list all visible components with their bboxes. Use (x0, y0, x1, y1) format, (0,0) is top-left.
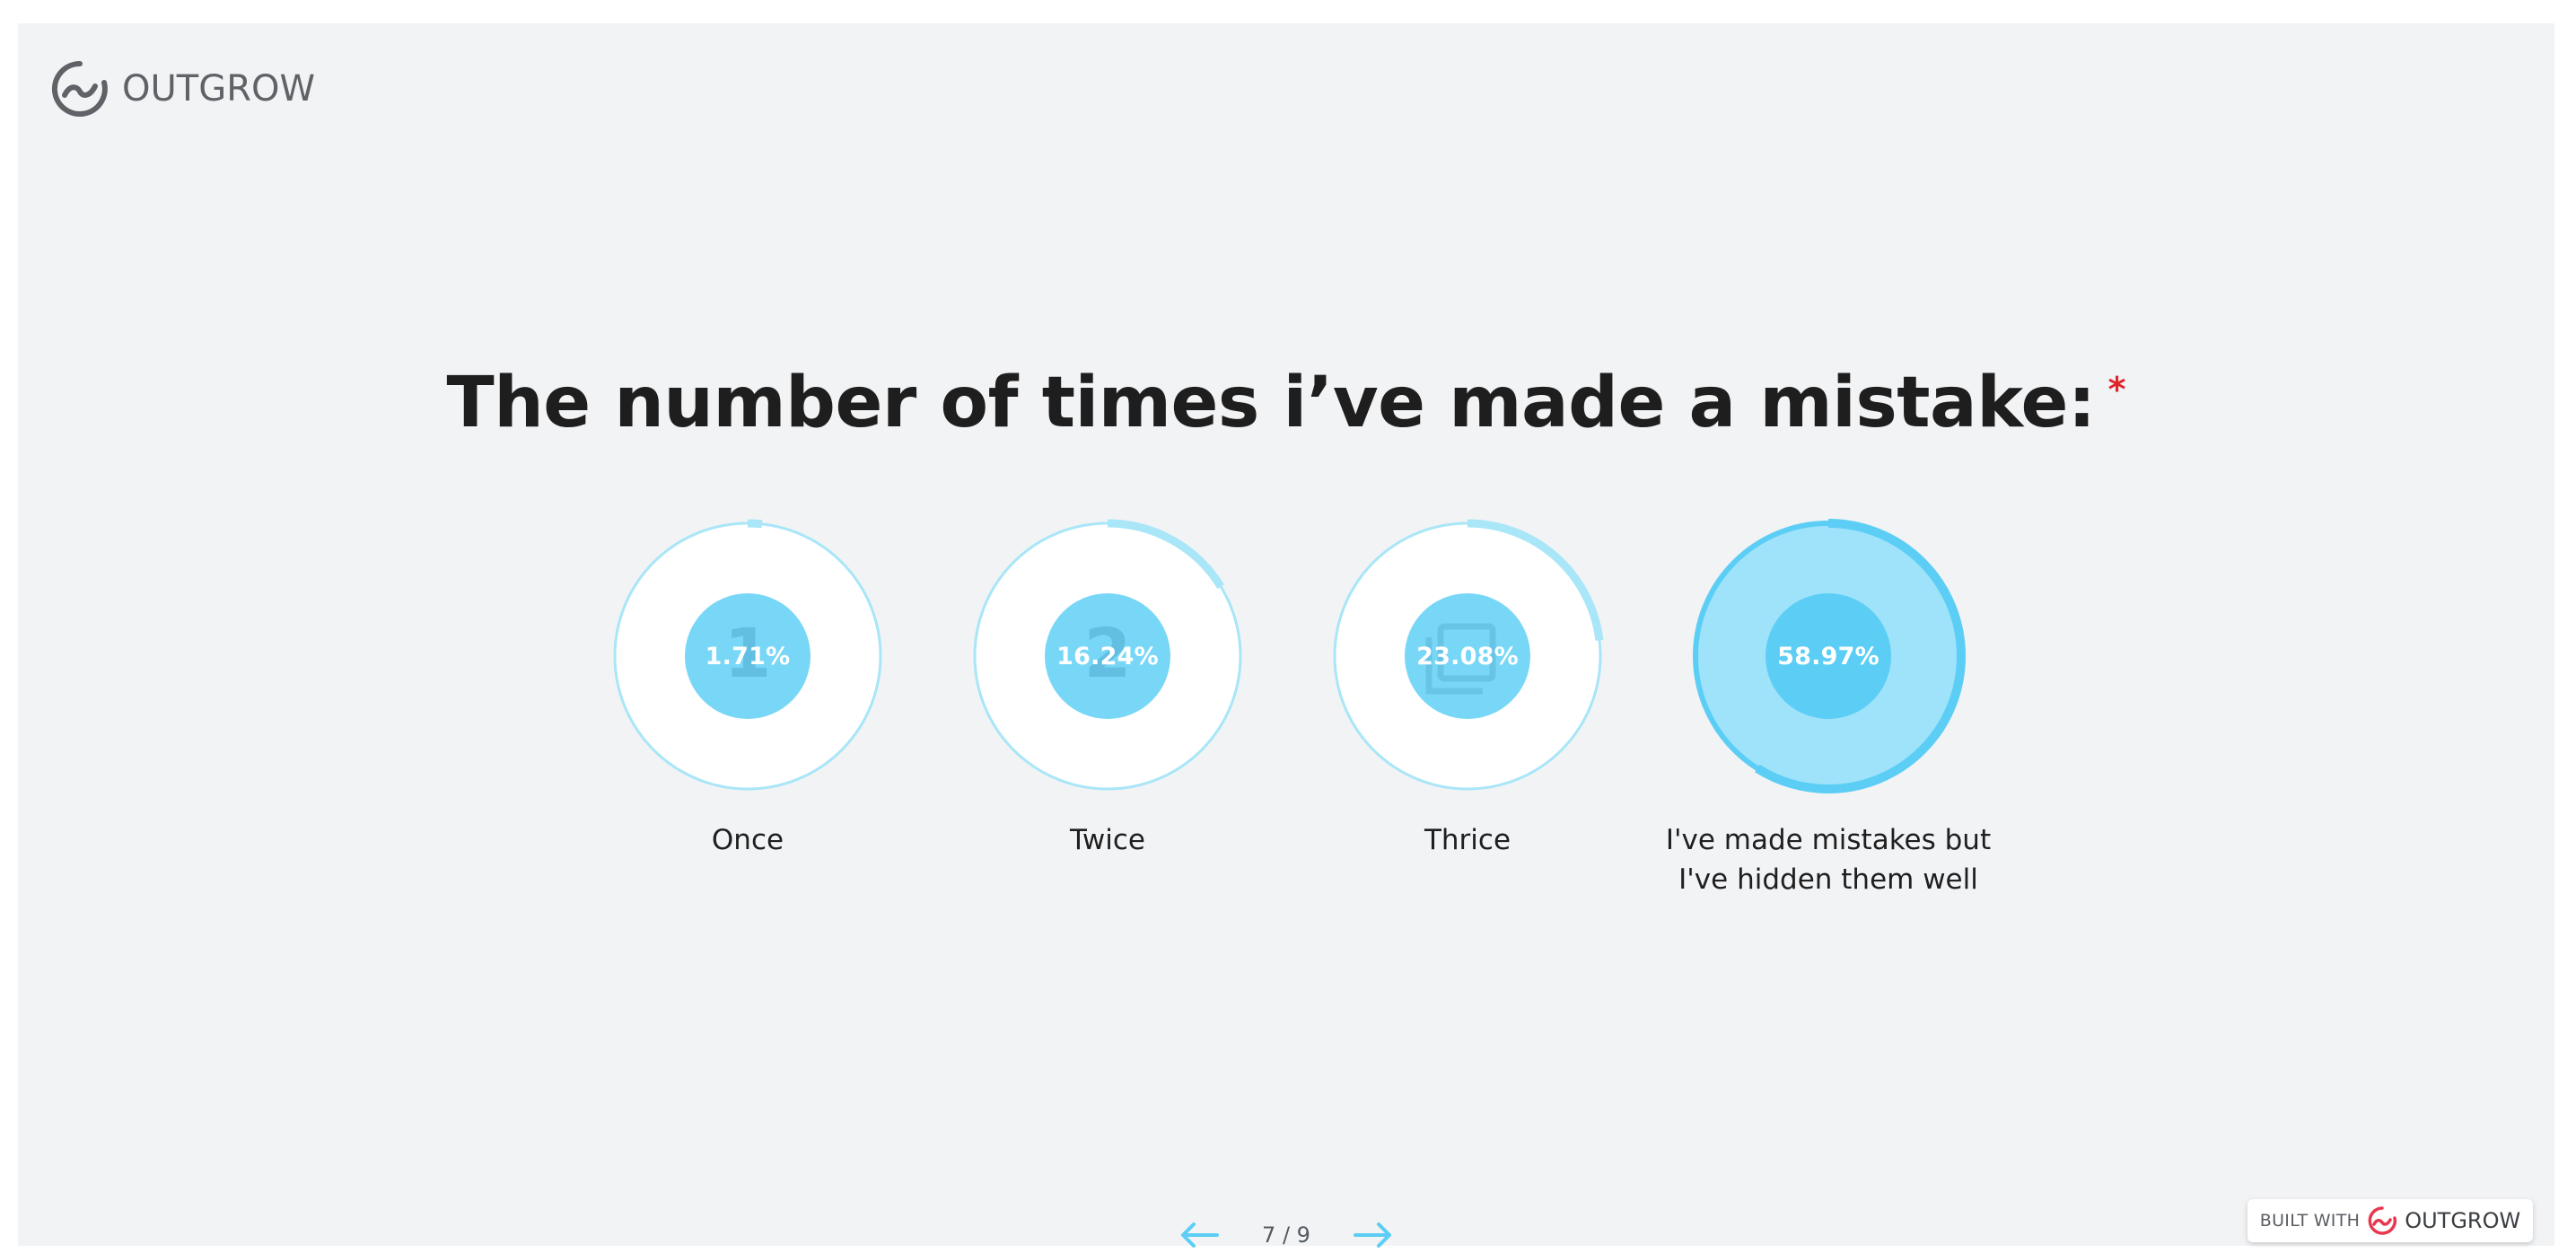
result-ring (1691, 519, 1966, 793)
outgrow-logo-icon (51, 60, 108, 117)
option-label: Thrice (1424, 824, 1511, 856)
question-heading: The number of times i’ve made a mistake:… (18, 363, 2554, 443)
pagination: 7 / 9 (18, 1217, 2554, 1253)
required-mark: * (2107, 370, 2126, 409)
option-label: I've made mistakes but I've hidden them … (1665, 824, 1992, 896)
number-1-icon: 1 (724, 613, 772, 693)
built-with-text: BUILT WITH (2259, 1211, 2361, 1231)
result-ring: 1 (610, 519, 885, 793)
arrow-right-icon (1354, 1222, 1391, 1248)
brand-name: OUTGROW (122, 68, 316, 110)
option-label: Twice (1070, 824, 1145, 856)
option-once[interactable]: 1 1.71% Once (595, 517, 900, 912)
outgrow-logo-icon (2368, 1206, 2397, 1235)
answer-options: 1 1.71% Once 2 16.24% Twice 23.08% Thric… (18, 517, 2554, 939)
option-twice[interactable]: 2 16.24% Twice (955, 517, 1260, 912)
number-2-icon: 2 (1084, 613, 1132, 693)
result-ring (1330, 519, 1605, 793)
result-ring: 2 (970, 519, 1245, 793)
option-thrice[interactable]: 23.08% Thrice (1315, 517, 1620, 912)
brand-logo[interactable]: OUTGROW (50, 59, 315, 118)
option-label: Once (711, 824, 784, 856)
next-button[interactable] (1345, 1217, 1402, 1253)
option-hidden-well[interactable]: 58.97% I've made mistakes but I've hidde… (1666, 517, 1991, 912)
built-with-badge[interactable]: BUILT WITH OUTGROW (2247, 1199, 2533, 1242)
built-with-brand: OUTGROW (2405, 1208, 2521, 1233)
question-title: The number of times i’ve made a mistake: (446, 363, 2097, 443)
page-counter: 7 / 9 (1262, 1222, 1310, 1248)
arrow-left-icon (1181, 1222, 1219, 1248)
page-frame: OUTGROW The number of times i’ve made a … (18, 23, 2554, 1248)
previous-button[interactable] (1170, 1217, 1228, 1253)
